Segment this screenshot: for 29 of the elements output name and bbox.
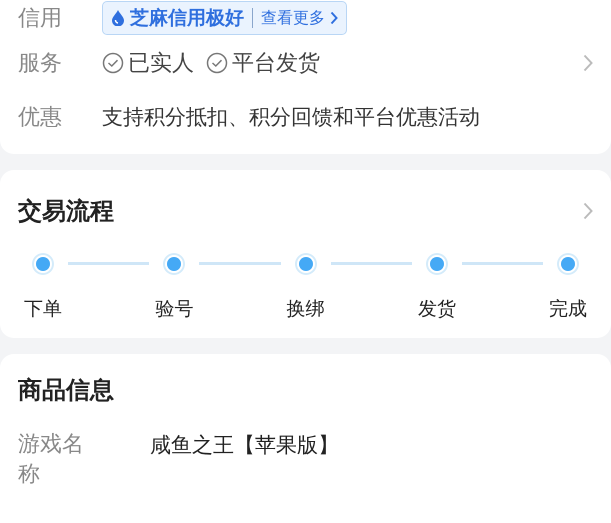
chevron-right-icon[interactable] <box>583 54 593 72</box>
service-tag: 已实人 <box>128 48 194 78</box>
step-dot-icon <box>294 252 318 276</box>
chevron-right-icon <box>330 11 338 25</box>
credit-rating: 芝麻信用极好 <box>130 6 244 31</box>
step-dot-icon <box>31 252 55 276</box>
step-label: 发货 <box>418 297 456 322</box>
chevron-right-icon[interactable] <box>583 202 593 220</box>
check-circle-icon <box>206 52 228 74</box>
step-label: 下单 <box>24 297 62 322</box>
check-circle-icon <box>102 52 124 74</box>
step-label: 完成 <box>549 297 587 322</box>
step-dot-icon <box>162 252 186 276</box>
step-label: 换绑 <box>286 297 324 322</box>
row-label: 信用 <box>18 5 63 33</box>
service-tag: 平台发货 <box>232 48 320 78</box>
section-title: 交易流程 <box>18 196 114 227</box>
step-dot-icon <box>556 252 580 276</box>
credit-badge[interactable]: 芝麻信用极好 查看更多 <box>102 1 347 35</box>
field-label: 游戏名称 <box>18 431 85 489</box>
field-value: 咸鱼之王【苹果版】 <box>150 432 339 459</box>
row-label: 优惠 <box>18 104 63 132</box>
step-label: 验号 <box>155 297 194 322</box>
view-more-link[interactable]: 查看更多 <box>261 8 325 28</box>
step-dot-icon <box>424 252 449 276</box>
drop-icon <box>111 10 125 26</box>
offer-text: 支持积分抵扣、积分回馈和平台优惠活动 <box>102 104 480 131</box>
row-label: 服务 <box>18 50 63 78</box>
section-title: 商品信息 <box>18 375 115 406</box>
